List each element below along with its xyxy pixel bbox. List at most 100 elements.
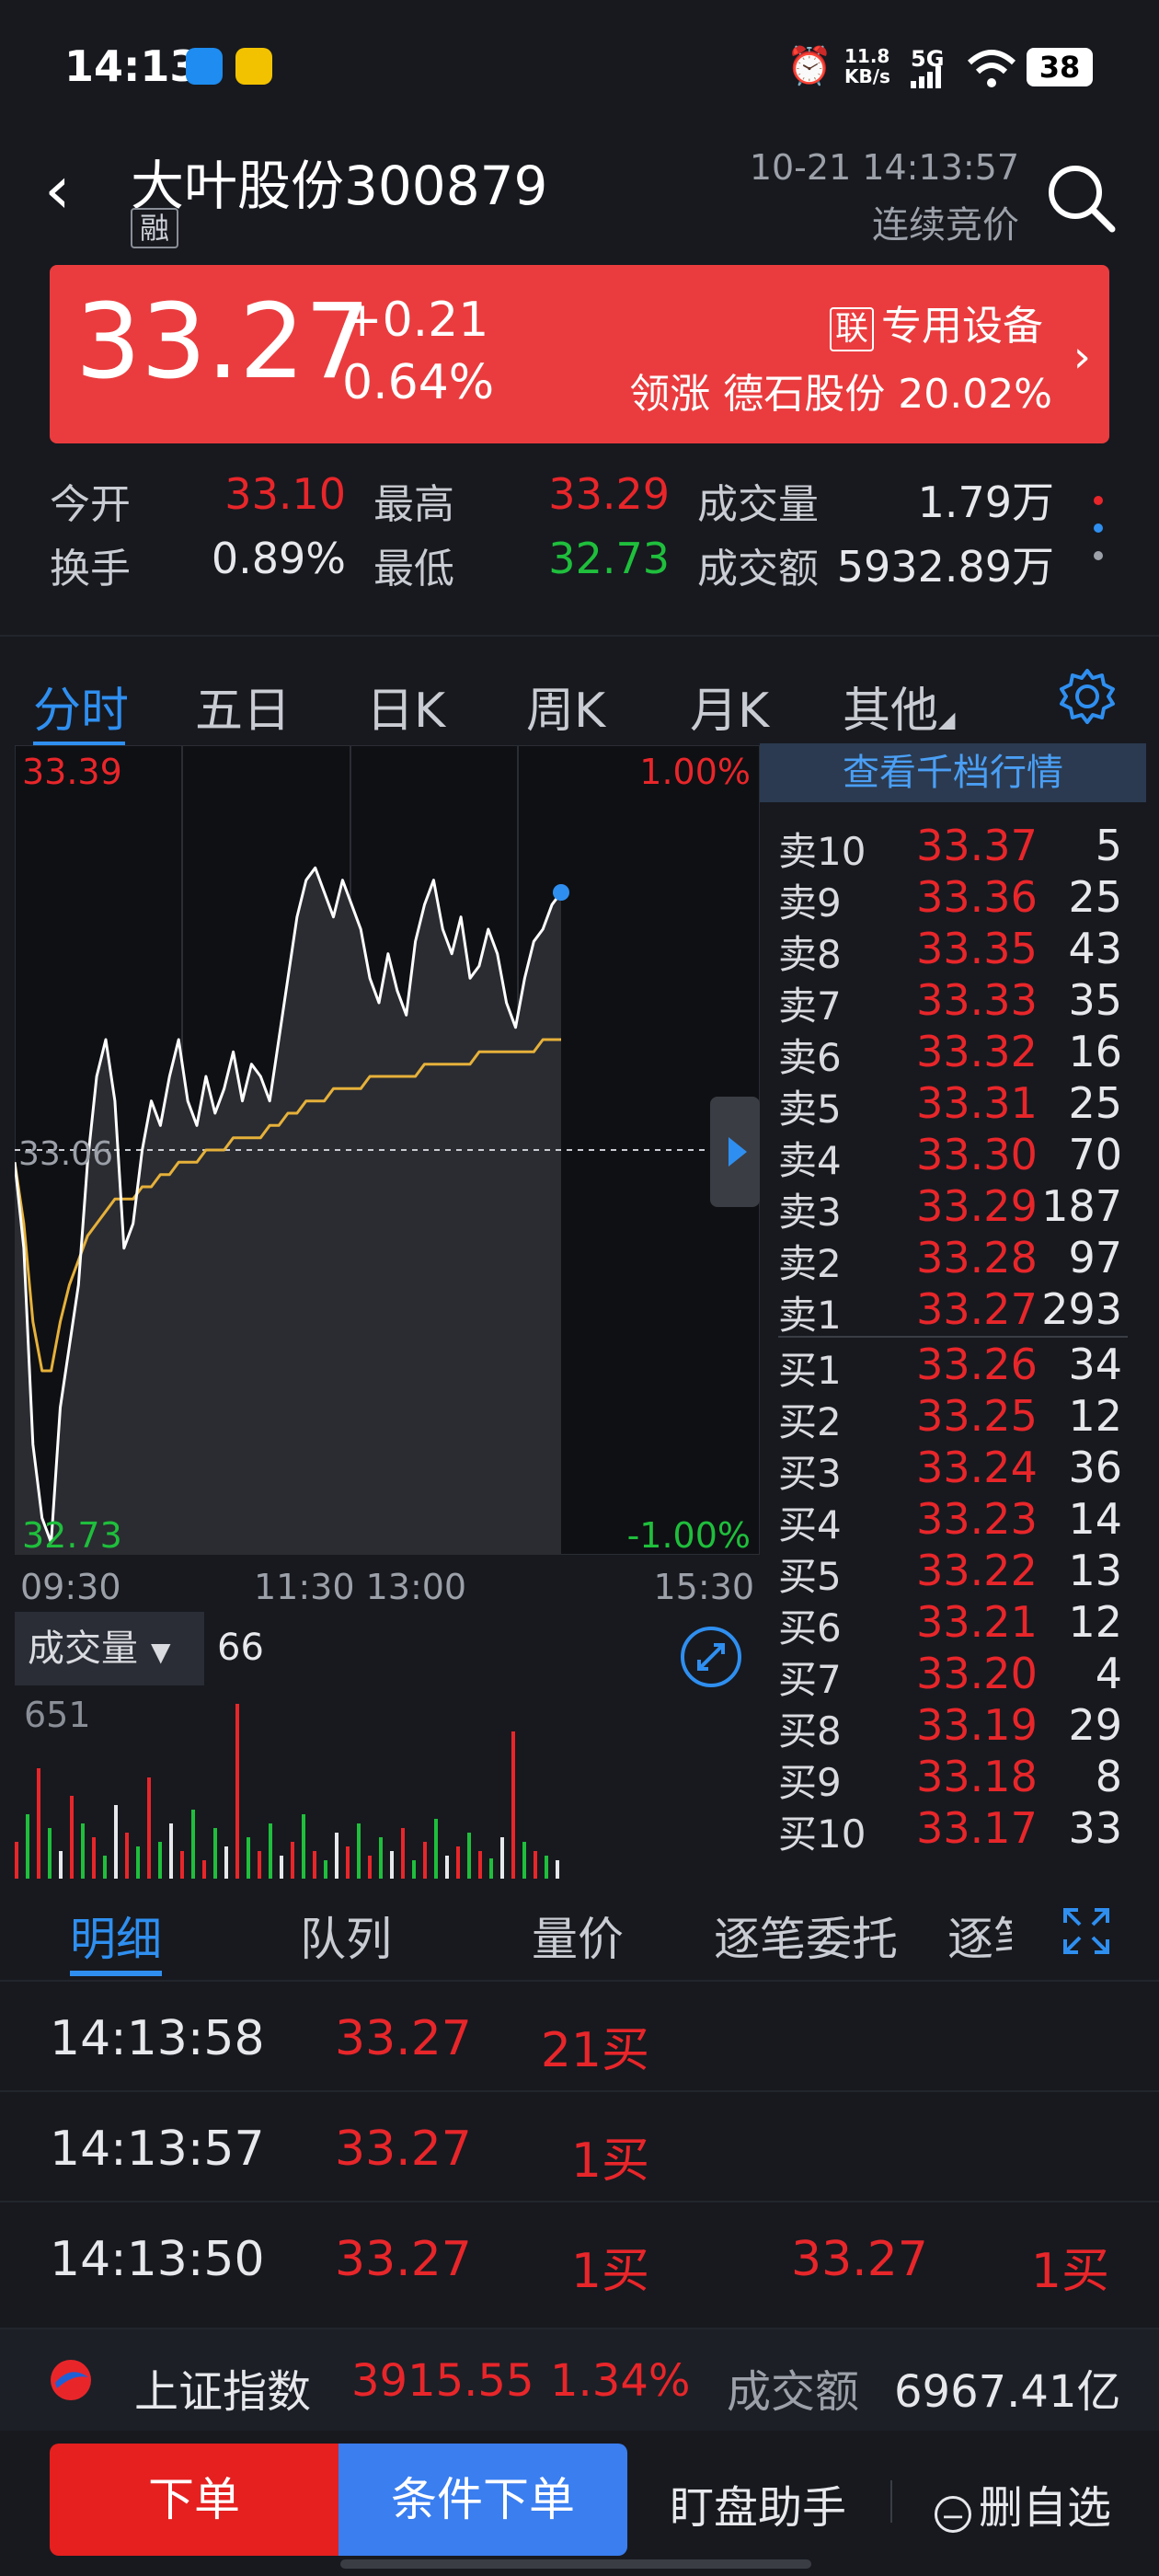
- volume-bar: [335, 1833, 339, 1879]
- tab-trade-by-trade[interactable]: 逐笔: [947, 1903, 1012, 1969]
- volume-bar: [158, 1842, 162, 1879]
- tab-queue[interactable]: 队列: [300, 1903, 392, 1969]
- table-row[interactable]: 14:13:58 33.27 21买: [0, 1980, 1159, 2090]
- bid-row[interactable]: 买2 33.25 12: [760, 1391, 1146, 1444]
- index-ticker[interactable]: 上证指数 3915.55 1.34% 成交额 6967.41亿: [0, 2328, 1159, 2431]
- stat-label: 换手: [50, 546, 131, 592]
- bid-row[interactable]: 买9 33.18 8: [760, 1752, 1146, 1805]
- volume-bar: [412, 1860, 416, 1879]
- intraday-chart[interactable]: 33.39 1.00% 32.73 -1.00% 33.06: [15, 745, 760, 1555]
- fullscreen-icon[interactable]: [1061, 1906, 1111, 1956]
- volume-bar: [202, 1860, 206, 1879]
- leader-label: 领涨: [629, 371, 711, 418]
- tab-intraday[interactable]: 分时: [33, 672, 129, 741]
- home-indicator: [340, 2559, 811, 2569]
- ask-row[interactable]: 卖5 33.31 25: [760, 1078, 1146, 1132]
- signal-icon: [911, 66, 941, 88]
- sector-link[interactable]: 联专用设备: [829, 293, 1043, 351]
- time-label: 11:30 13:00: [254, 1567, 467, 1607]
- tab-monthly-k[interactable]: 月K: [690, 672, 769, 741]
- ask-row[interactable]: 卖4 33.30 70: [760, 1130, 1146, 1183]
- tab-other[interactable]: 其他◢: [843, 672, 955, 741]
- bid-row[interactable]: 买3 33.24 36: [760, 1443, 1146, 1496]
- bid-row[interactable]: 买8 33.19 29: [760, 1700, 1146, 1754]
- ask-row[interactable]: 卖7 33.33 35: [760, 975, 1146, 1029]
- volume-indicator-select[interactable]: 成交量 ▼: [15, 1612, 204, 1685]
- volume-bar: [445, 1856, 449, 1879]
- sector-leader: 领涨 德石股份 20.02%: [629, 361, 1052, 420]
- ask-row[interactable]: 卖8 33.35 43: [760, 924, 1146, 977]
- battery-icon: 38: [1027, 48, 1093, 86]
- price-change: +0.21: [342, 293, 489, 348]
- volume-bar: [92, 1837, 96, 1879]
- stat-label: 最低: [373, 546, 454, 592]
- app-notification-icon: [186, 48, 223, 85]
- ask-row[interactable]: 卖6 33.32 16: [760, 1027, 1146, 1080]
- expand-icon[interactable]: [679, 1625, 743, 1689]
- tab-five-day[interactable]: 五日: [195, 672, 291, 741]
- time-label: 09:30: [20, 1567, 121, 1607]
- volume-bar: [59, 1851, 63, 1879]
- volume-bar: [81, 1823, 85, 1879]
- stat-label: 成交额: [697, 546, 819, 592]
- volume-bar: [522, 1842, 526, 1879]
- volume-bar: [26, 1814, 29, 1879]
- time-axis: 09:30 11:30 13:00 15:30: [15, 1559, 760, 1615]
- ask-row[interactable]: 卖10 33.37 5: [760, 821, 1146, 874]
- volume-bar: [191, 1810, 195, 1879]
- low-value: 32.73: [548, 534, 670, 583]
- price-banner[interactable]: 33.27 +0.21 0.64% 联专用设备 领涨 德石股份 20.02% ›: [50, 265, 1109, 443]
- index-amount-label: 成交额: [727, 2366, 860, 2418]
- bid-row[interactable]: 买1 33.26 34: [760, 1340, 1146, 1393]
- table-row[interactable]: 14:13:50 33.27 1买 33.27 1买: [0, 2201, 1159, 2311]
- remove-watchlist-button[interactable]: − 删自选: [935, 2471, 1111, 2536]
- index-amount: 6967.41亿: [894, 2366, 1121, 2418]
- top-price-label: 33.39: [22, 752, 122, 792]
- order-button[interactable]: 下单: [50, 2444, 339, 2556]
- back-icon[interactable]: ‹: [44, 156, 71, 223]
- stat-label: 今开: [50, 481, 131, 528]
- ask-row[interactable]: 卖3 33.29 187: [760, 1181, 1146, 1235]
- volume-bar: [180, 1851, 184, 1879]
- chevron-down-icon: ▼: [151, 1637, 171, 1667]
- bid-row[interactable]: 买7 33.20 4: [760, 1649, 1146, 1702]
- gear-icon[interactable]: [1058, 667, 1117, 726]
- bid-row[interactable]: 买10 33.17 33: [760, 1803, 1146, 1857]
- volume-bar: [224, 1846, 228, 1879]
- detail-tabs: 明细 队列 量价 逐笔委托 逐笔: [0, 1886, 1159, 1978]
- trading-status: 连续竞价: [872, 204, 1019, 247]
- tab-volume-price[interactable]: 量价: [532, 1903, 624, 1969]
- deep-book-button[interactable]: 查看千档行情: [760, 743, 1146, 802]
- ask-row[interactable]: 卖9 33.36 25: [760, 872, 1146, 926]
- bid-row[interactable]: 买6 33.21 12: [760, 1597, 1146, 1650]
- volume-bar: [534, 1851, 537, 1879]
- table-row[interactable]: 14:13:57 33.27 1买: [0, 2090, 1159, 2201]
- tab-detail[interactable]: 明细: [70, 1903, 162, 1969]
- volume-bar: [368, 1856, 372, 1879]
- volume-bar: [401, 1828, 405, 1879]
- search-icon[interactable]: [1044, 161, 1118, 235]
- volume-bar: [70, 1796, 74, 1879]
- bid-row[interactable]: 买5 33.22 13: [760, 1546, 1146, 1599]
- stat-label: 成交量: [697, 481, 819, 528]
- last-price: 33.27: [75, 282, 371, 402]
- ask-row[interactable]: 卖2 33.28 97: [760, 1233, 1146, 1286]
- volume-bar: [434, 1819, 438, 1879]
- ask-row[interactable]: 卖1 33.27 293: [760, 1284, 1146, 1338]
- tab-indicator: [70, 1971, 162, 1976]
- current-volume: 66: [217, 1627, 264, 1669]
- tab-order-by-order[interactable]: 逐笔委托: [714, 1903, 898, 1969]
- tab-weekly-k[interactable]: 周K: [526, 672, 605, 741]
- volume-bar: [324, 1860, 327, 1879]
- bid-row[interactable]: 买4 33.23 14: [760, 1494, 1146, 1547]
- wifi-icon: [967, 50, 1016, 87]
- chevron-right-icon[interactable]: ›: [1073, 331, 1091, 383]
- stock-title: 大叶股份300879: [131, 155, 548, 217]
- watch-assistant-button[interactable]: 盯盘助手: [670, 2471, 846, 2536]
- volume-bar: [467, 1833, 471, 1879]
- more-icon[interactable]: [1089, 488, 1107, 570]
- chart-tabs: 分时 五日 日K 周K 月K 其他◢: [0, 635, 1159, 756]
- conditional-order-button[interactable]: 条件下单: [339, 2444, 627, 2556]
- tab-daily-k[interactable]: 日K: [366, 672, 445, 741]
- stat-label: 最高: [373, 481, 454, 528]
